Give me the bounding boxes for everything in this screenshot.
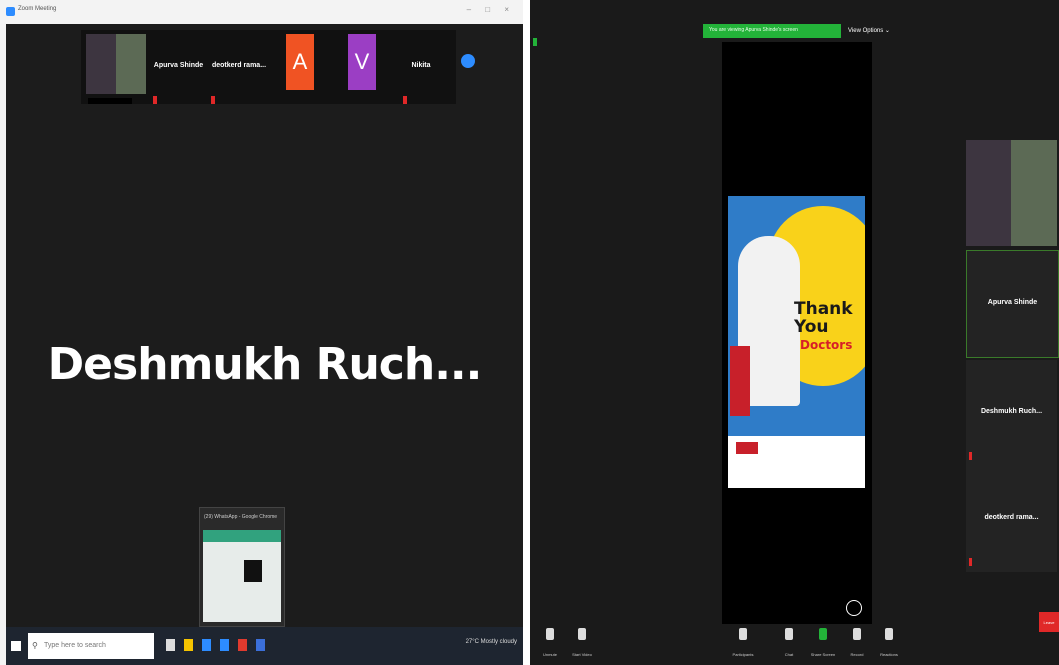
participant-tile[interactable]: Apurva Shinde <box>151 34 206 104</box>
title-bar: Zoom Meeting – □ × <box>0 0 523 24</box>
shared-screen: Thank You Doctors <box>722 42 872 624</box>
active-speaker-name: Deshmukh Ruch... <box>47 339 483 390</box>
thank-you-doctors-poster: Thank You Doctors <box>728 196 865 488</box>
poster-title-line: Thank <box>794 299 853 319</box>
whatsapp-page <box>203 530 281 622</box>
mic-muted-icon <box>969 452 972 460</box>
search-icon: ⚲ <box>32 641 38 650</box>
whatsapp-header <box>203 530 281 542</box>
participant-caption <box>88 98 132 104</box>
avatar[interactable]: A <box>286 34 314 90</box>
record-icon <box>853 628 861 640</box>
chrome-window-title: (29) WhatsApp - Google Chrome <box>204 514 278 520</box>
search-placeholder: Type here to search <box>44 642 106 649</box>
leave-button[interactable]: Leave <box>1039 612 1059 632</box>
college-logo <box>736 442 758 454</box>
zoom-logo-icon <box>6 7 15 16</box>
zoom-taskbar-icon[interactable] <box>220 639 229 651</box>
button-label: Reactions <box>880 652 898 657</box>
participant-name: Apurva Shinde <box>153 62 204 69</box>
camera-icon <box>578 628 586 640</box>
microphone-icon <box>546 628 554 640</box>
store-icon[interactable] <box>256 639 265 651</box>
security-shield-icon[interactable] <box>533 38 537 46</box>
participant-name: deotkerd rama... <box>211 62 267 69</box>
mic-muted-icon <box>153 96 157 104</box>
screen-share-banner: You are viewing Apurva Shinde's screen <box>703 24 841 38</box>
window-controls[interactable]: – □ × <box>467 5 515 14</box>
participant-strip: Apurva Shinde deotkerd rama... A V Nikit… <box>81 30 475 104</box>
windows-start-icon[interactable] <box>11 641 21 651</box>
reactions-button[interactable]: Reactions <box>869 628 909 657</box>
camera-feed <box>116 34 146 94</box>
avatar[interactable]: V <box>348 34 376 90</box>
participants-button[interactable]: Participants <box>723 628 763 657</box>
poster-title-red: Doctors <box>800 338 853 352</box>
video-thumbnail[interactable] <box>86 34 146 104</box>
participant-tile[interactable]: Apurva Shinde <box>966 250 1059 358</box>
participant-name: Deshmukh Ruch... <box>980 408 1043 415</box>
edge-icon[interactable] <box>202 639 211 651</box>
mic-muted-icon <box>403 96 407 104</box>
participant-tile[interactable]: deotkerd rama... <box>966 466 1057 572</box>
poster-footer <box>728 436 865 488</box>
start-video-button[interactable]: Start Video <box>562 628 602 657</box>
reactions-icon <box>885 628 893 640</box>
meeting-toolbar: Unmute Start Video Participants Chat Sha… <box>530 624 1059 665</box>
active-speaker-stage: Apurva Shinde deotkerd rama... A V Nikit… <box>6 24 523 627</box>
red-cape <box>730 346 750 416</box>
windows-taskbar: ⚲ Type here to search 27°C Mostly cloudy <box>6 627 523 665</box>
banner-text: You are viewing Apurva Shinde's screen <box>709 27 798 33</box>
video-thumbnail[interactable] <box>966 140 1057 246</box>
participant-tile[interactable]: Nikita <box>401 34 441 104</box>
button-label: Participants <box>732 652 754 657</box>
leave-label: Leave <box>1043 620 1055 625</box>
mic-muted-icon <box>969 558 972 566</box>
button-label: Start Video <box>572 652 592 657</box>
poster-title: Thank You <box>794 300 853 336</box>
poster-title-line: You <box>794 317 829 337</box>
share-screen-icon <box>819 628 827 640</box>
whatsapp-icon[interactable] <box>846 600 862 616</box>
chrome-preview-window[interactable]: (29) WhatsApp - Google Chrome <box>199 507 285 627</box>
system-tray[interactable]: 27°C Mostly cloudy <box>466 639 517 645</box>
window-title: Zoom Meeting <box>18 6 57 12</box>
file-explorer-icon[interactable] <box>184 639 193 651</box>
taskbar-search[interactable]: ⚲ Type here to search <box>28 633 154 659</box>
view-options-button[interactable]: View Options ⌄ <box>848 27 890 34</box>
camera-feed <box>1011 140 1057 246</box>
participant-name: deotkerd rama... <box>984 514 1039 521</box>
chrome-icon[interactable] <box>238 639 247 651</box>
task-view-icon[interactable] <box>166 639 175 651</box>
participant-gallery: Apurva Shinde Deshmukh Ruch... deotkerd … <box>966 140 1059 572</box>
zoom-meeting-window-left: Zoom Meeting – □ × Apurva Shinde deotker… <box>0 0 523 665</box>
next-page-icon[interactable] <box>461 54 475 68</box>
participant-name: Nikita <box>411 62 431 69</box>
mic-muted-icon <box>211 96 215 104</box>
chat-icon <box>785 628 793 640</box>
chat-image <box>244 560 262 582</box>
participant-tile[interactable]: deotkerd rama... <box>209 34 269 104</box>
participant-tile[interactable]: Deshmukh Ruch... <box>966 360 1057 466</box>
zoom-screen-share-window: You are viewing Apurva Shinde's screen V… <box>530 0 1059 665</box>
participants-icon <box>739 628 747 640</box>
participant-name: Apurva Shinde <box>987 299 1038 306</box>
